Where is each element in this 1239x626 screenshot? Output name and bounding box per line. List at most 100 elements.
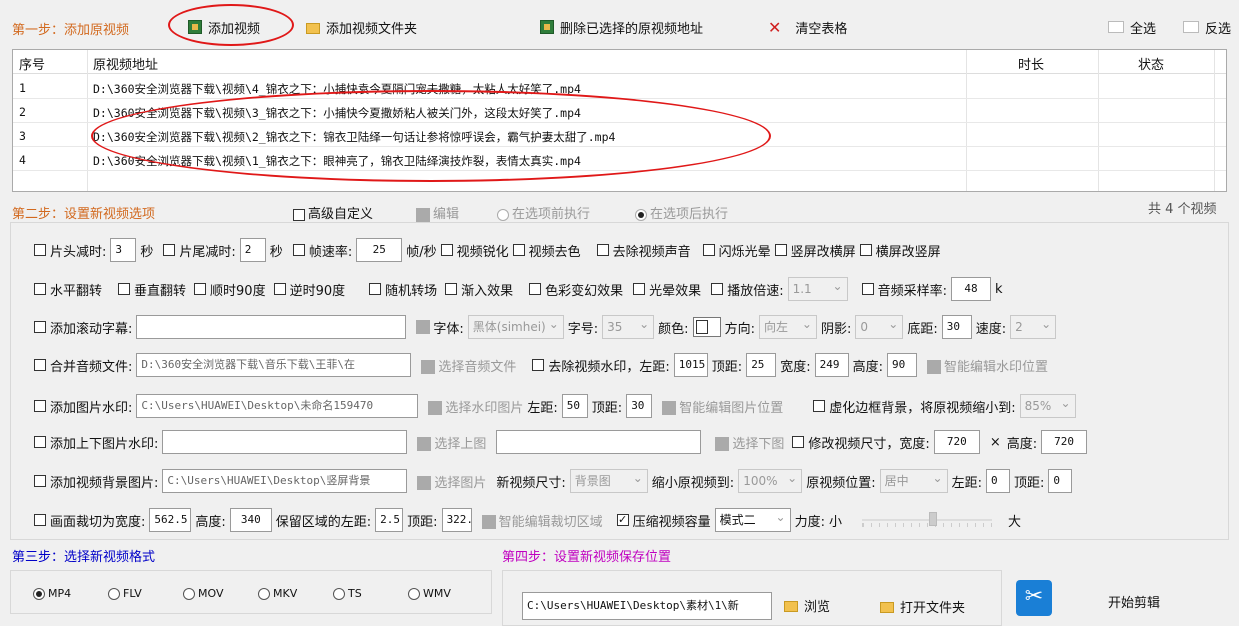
invert-select-button[interactable]: 反选 — [1183, 15, 1231, 39]
crop-width-input[interactable]: 562.5 — [149, 508, 192, 532]
format-radio-wmv[interactable]: WMV — [408, 587, 483, 600]
top-img-input[interactable] — [162, 430, 408, 454]
bottom-input[interactable]: 30 — [941, 315, 972, 339]
wm-left-input[interactable]: 1015 — [673, 353, 708, 377]
sharpen-check[interactable] — [440, 244, 453, 256]
decolor-check[interactable] — [512, 244, 525, 256]
hflip-check[interactable] — [34, 283, 46, 295]
bg-path-input[interactable]: C:\Users\HUAWEI\Desktop\竖屏背景 — [162, 469, 408, 493]
random-check[interactable] — [369, 283, 382, 295]
save-path-input[interactable]: C:\Users\HUAWEI\Desktop\素材\1\新 — [522, 592, 772, 620]
newsize-select[interactable]: 背景图 — [569, 469, 648, 493]
glow-check[interactable] — [633, 283, 646, 295]
color-picker[interactable] — [692, 317, 721, 337]
scroll-speed-select[interactable]: 2 — [1010, 315, 1057, 339]
force-slider[interactable] — [862, 510, 992, 530]
crop-top-input[interactable]: 322. — [441, 508, 472, 532]
speed-select[interactable]: 1.1 — [787, 277, 848, 301]
mute-check[interactable] — [596, 244, 609, 256]
smart-img-button[interactable]: 智能编辑图片位置 — [662, 397, 783, 416]
blur-check[interactable] — [813, 400, 826, 412]
format-radio-flv[interactable]: FLV — [108, 587, 183, 600]
open-folder-button[interactable]: 打开文件夹 — [880, 594, 965, 618]
updown-check[interactable] — [34, 436, 46, 448]
radio-dot[interactable] — [408, 588, 420, 600]
delete-selected-button[interactable]: 删除已选择的原视频地址 — [540, 15, 703, 39]
flash-check[interactable] — [702, 244, 715, 256]
shadow-select[interactable]: 0 — [855, 315, 904, 339]
img-top-input[interactable]: 30 — [626, 394, 653, 418]
pos-select[interactable]: 居中 — [879, 469, 948, 493]
smart-wm-button[interactable]: 智能编辑水印位置 — [926, 356, 1048, 375]
after-radio-dot[interactable] — [635, 208, 647, 221]
vflip-check[interactable] — [118, 283, 131, 295]
select-all-button[interactable]: 全选 — [1108, 15, 1156, 39]
after-radio[interactable]: 在选项后执行 — [635, 203, 728, 222]
crop-check[interactable] — [34, 514, 46, 526]
format-radio-mp4[interactable]: MP4 — [33, 587, 108, 600]
h2v-check[interactable] — [859, 244, 872, 256]
radio-dot[interactable] — [108, 588, 120, 600]
head-cut-input[interactable]: 3 — [110, 238, 137, 262]
bg-check[interactable] — [34, 475, 46, 487]
format-radio-mkv[interactable]: MKV — [258, 587, 333, 600]
clear-table-button[interactable]: ✕ 清空表格 — [768, 15, 847, 39]
size-select[interactable]: 35 — [602, 315, 655, 339]
choose-wm-img-button[interactable]: 选择水印图片 — [428, 397, 523, 416]
dir-select[interactable]: 向左 — [758, 315, 817, 339]
format-radio-ts[interactable]: TS — [333, 587, 408, 600]
fps-input[interactable]: 25 — [356, 238, 403, 262]
bg-left-input[interactable]: 0 — [985, 469, 1010, 493]
before-radio[interactable]: 在选项前执行 — [497, 203, 590, 222]
resize-height-input[interactable]: 720 — [1041, 430, 1088, 454]
edit-button[interactable]: 编辑 — [416, 203, 459, 222]
choose-bg-button[interactable]: 选择图片 — [417, 472, 486, 491]
fadein-check[interactable] — [445, 283, 458, 295]
bg-top-input[interactable]: 0 — [1048, 469, 1073, 493]
tail-cut-input[interactable]: 2 — [239, 238, 266, 262]
shrink-select[interactable]: 100% — [738, 469, 803, 493]
choose-audio-button[interactable]: 选择音频文件 — [421, 356, 516, 375]
audio-path-input[interactable]: D:\360安全浏览器下载\音乐下载\王菲\在 — [136, 353, 412, 377]
ccw90-check[interactable] — [273, 283, 286, 295]
compress-check[interactable] — [616, 514, 629, 526]
scissors-icon[interactable]: ✂ — [1016, 580, 1052, 616]
wm-height-input[interactable]: 90 — [886, 353, 917, 377]
browse-button[interactable]: 浏览 — [784, 593, 830, 617]
img-wm-path-input[interactable]: C:\Users\HUAWEI\Desktop\未命名159470 — [136, 394, 419, 418]
smart-crop-button[interactable]: 智能编辑裁切区域 — [481, 511, 603, 530]
samplerate-input[interactable]: 48 — [950, 277, 991, 301]
radio-dot[interactable] — [183, 588, 195, 600]
img-wm-check[interactable] — [34, 400, 46, 412]
advanced-check[interactable] — [293, 208, 305, 221]
speed-check[interactable] — [711, 283, 724, 295]
wm-width-input[interactable]: 249 — [814, 353, 849, 377]
remove-wm-check[interactable] — [532, 359, 545, 371]
advanced-checkbox[interactable]: 高级自定义 — [293, 203, 373, 222]
v2h-check[interactable] — [774, 244, 787, 256]
video-table[interactable]: 序号 原视频地址 时长 状态 1 D:\360安全浏览器下载\视频\4_锦衣之下：… — [12, 49, 1227, 192]
head-cut-check[interactable] — [34, 244, 46, 256]
fps-check[interactable] — [292, 244, 305, 256]
slider-thumb[interactable] — [929, 512, 937, 526]
radio-dot[interactable] — [33, 588, 45, 600]
start-button[interactable]: 开始剪辑 — [1108, 592, 1160, 611]
crop-left-input[interactable]: 2.5 — [375, 508, 404, 532]
img-left-input[interactable]: 50 — [561, 394, 588, 418]
bottom-img-input[interactable] — [496, 430, 702, 454]
scroll-check[interactable] — [34, 321, 46, 333]
resize-check[interactable] — [792, 436, 805, 448]
before-radio-dot[interactable] — [497, 208, 509, 221]
add-folder-button[interactable]: 添加视频文件夹 — [306, 15, 417, 39]
cw90-check[interactable] — [194, 283, 207, 295]
crop-height-input[interactable]: 340 — [229, 508, 272, 532]
mode-select[interactable]: 模式二 — [714, 508, 791, 532]
wm-top-input[interactable]: 25 — [746, 353, 777, 377]
colorfx-check[interactable] — [529, 283, 542, 295]
font-select[interactable]: 黑体(simhei) — [467, 315, 564, 339]
blur-select[interactable]: 85% — [1019, 394, 1076, 418]
radio-dot[interactable] — [258, 588, 270, 600]
format-radio-mov[interactable]: MOV — [183, 587, 258, 600]
tail-cut-check[interactable] — [163, 244, 176, 256]
merge-audio-check[interactable] — [34, 359, 46, 371]
